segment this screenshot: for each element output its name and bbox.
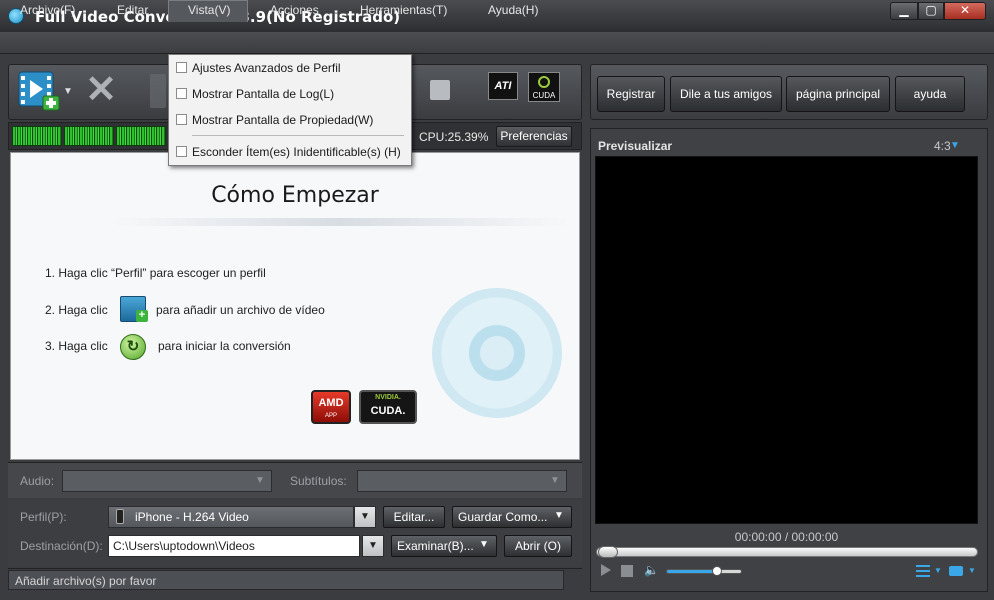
profile-label: Perfil(P):: [20, 510, 67, 524]
add-video-dropdown-icon[interactable]: ▼: [63, 86, 73, 97]
volume-handle[interactable]: [712, 566, 722, 576]
add-video-icon[interactable]: [17, 70, 61, 112]
checkbox-icon: [176, 88, 187, 99]
audio-label: Audio:: [20, 474, 55, 488]
menu-ayuda[interactable]: Ayuda(H): [488, 3, 538, 17]
stop-icon[interactable]: [430, 80, 450, 100]
playback-time: 00:00:00 / 00:00:00: [734, 530, 839, 544]
amd-app-sublabel: APP: [324, 413, 337, 419]
app-window: Full Video Converter 10.3.9(No Registrad…: [0, 0, 994, 600]
camera-dropdown-icon[interactable]: ▼: [968, 566, 976, 575]
list-icon[interactable]: [916, 565, 930, 577]
edit-profile-button[interactable]: Editar...: [383, 506, 445, 528]
phone-icon: [116, 509, 124, 524]
menu-item-show-log[interactable]: Mostrar Pantalla de Log(L): [174, 84, 406, 104]
volume-slider[interactable]: [666, 569, 742, 574]
aspect-ratio-select[interactable]: 4:3: [934, 139, 951, 153]
maximize-button[interactable]: ▢: [918, 2, 944, 20]
tell-friends-button[interactable]: Dile a tus amigos: [670, 76, 782, 112]
cpu-usage: CPU:25.39%: [419, 130, 489, 144]
camera-icon[interactable]: [949, 566, 963, 576]
menu-herramientas[interactable]: Herramientas(T): [360, 3, 447, 17]
checkbox-icon: [176, 114, 187, 125]
profile-select[interactable]: iPhone - H.264 Video: [108, 506, 354, 528]
howto-step-3-prefix: 3. Haga clic: [45, 339, 108, 353]
chevron-down-icon: ▼: [550, 475, 560, 486]
menu-item-hide-unidentifiable[interactable]: Esconder Ítem(es) Inidentificable(s) (H): [174, 142, 406, 162]
waveform-meter: [12, 126, 62, 146]
waveform-meter: [116, 126, 166, 146]
nvidia-eye-icon: [538, 76, 550, 88]
convert-icon: ↻: [120, 334, 146, 360]
close-button[interactable]: ✕: [944, 2, 986, 20]
checkbox-icon: [176, 62, 187, 73]
subtitles-select[interactable]: [357, 470, 567, 492]
nvidia-label: NVIDIA.: [375, 394, 401, 401]
list-dropdown-icon[interactable]: ▼: [934, 566, 942, 575]
video-preview-screen: [595, 156, 978, 524]
audio-select[interactable]: [62, 470, 272, 492]
menu-editar[interactable]: Editar: [117, 3, 148, 17]
cuda-label: CUDA.: [370, 405, 406, 417]
subtitles-label: Subtítulos:: [290, 474, 347, 488]
destination-dropdown-icon[interactable]: ▼: [362, 535, 384, 557]
chevron-down-icon: ▼: [255, 475, 265, 486]
volume-icon[interactable]: 🔈: [644, 563, 659, 577]
menu-vista[interactable]: Vista(V): [188, 3, 230, 17]
checkbox-icon: [176, 146, 187, 157]
menu-acciones[interactable]: Acciones: [270, 3, 319, 17]
browse-dropdown-icon[interactable]: ▼: [479, 539, 489, 550]
homepage-button[interactable]: página principal: [786, 76, 890, 112]
clip-icon[interactable]: [150, 74, 166, 108]
menu-item-show-properties[interactable]: Mostrar Pantalla de Propiedad(W): [174, 110, 406, 130]
menu-item-advanced-profile[interactable]: Ajustes Avanzados de Perfil: [174, 58, 406, 78]
preferences-button[interactable]: Preferencias: [496, 126, 572, 147]
plus-icon: +: [136, 310, 148, 322]
howto-divider: [110, 218, 570, 226]
aspect-ratio-dropdown-icon[interactable]: ▼: [950, 140, 960, 151]
preview-title: Previsualizar: [598, 139, 673, 153]
save-as-dropdown-icon[interactable]: ▼: [554, 510, 564, 521]
status-text: Añadir archivo(s) por favor: [8, 570, 564, 590]
delete-icon[interactable]: ✕: [84, 71, 118, 109]
film-reel-watermark-icon: [432, 288, 562, 418]
howto-title: Cómo Empezar: [211, 183, 379, 208]
destination-input[interactable]: C:\Users\uptodown\Videos: [108, 535, 360, 557]
play-icon[interactable]: [601, 564, 611, 576]
seek-bar[interactable]: [596, 547, 978, 557]
menu-archivo[interactable]: Archivo(F): [20, 3, 75, 17]
minimize-button[interactable]: ▁: [890, 2, 918, 20]
stop-playback-icon[interactable]: [621, 565, 633, 577]
help-button[interactable]: ayuda: [895, 76, 965, 112]
profile-dropdown-icon[interactable]: ▼: [354, 506, 376, 528]
open-folder-button[interactable]: Abrir (O): [504, 535, 572, 557]
menu-separator: [192, 135, 404, 136]
register-button[interactable]: Registrar: [597, 76, 665, 112]
menu-bar: [0, 32, 994, 54]
destination-label: Destinación(D):: [20, 539, 103, 553]
howto-step-1: 1. Haga clic “Perfil” para escoger un pe…: [45, 266, 266, 280]
ati-stream-icon[interactable]: ATI: [488, 72, 518, 100]
seek-handle[interactable]: [598, 546, 618, 558]
waveform-meter: [64, 126, 114, 146]
howto-step-2-suffix: para añadir un archivo de vídeo: [156, 303, 325, 317]
howto-step-3-suffix: para iniciar la conversión: [158, 339, 291, 353]
howto-step-2-prefix: 2. Haga clic: [45, 303, 108, 317]
